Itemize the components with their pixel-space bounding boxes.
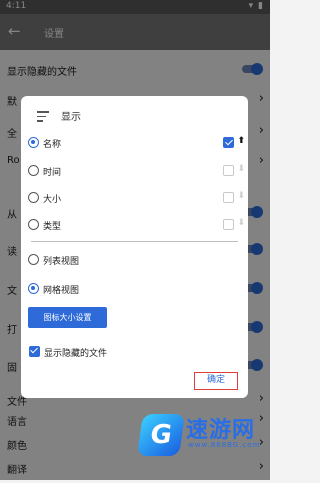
view-option-grid[interactable]: 网格视图: [21, 278, 248, 302]
view-option-label: 列表视图: [43, 257, 80, 267]
sort-option-name[interactable]: 名称 ⬆: [21, 132, 248, 156]
descending-checkbox[interactable]: [223, 219, 234, 230]
descending-checkbox[interactable]: [223, 137, 234, 148]
sort-option-time[interactable]: 时间 ⬇: [21, 160, 248, 184]
arrow-down-icon: ⬇: [237, 218, 245, 228]
dialog-title: 显示: [61, 112, 81, 123]
arrow-up-icon: ⬆: [237, 136, 245, 146]
sort-option-size[interactable]: 大小 ⬇: [21, 187, 248, 211]
watermark-name: 速游网: [186, 418, 256, 443]
arrow-down-icon: ⬇: [237, 164, 245, 174]
sort-option-label: 类型: [43, 222, 62, 232]
radio-unselected[interactable]: [28, 165, 39, 176]
radio-selected[interactable]: [28, 283, 39, 294]
radio-unselected[interactable]: [28, 254, 39, 265]
sort-option-label: 大小: [43, 195, 62, 205]
sort-option-type[interactable]: 类型 ⬇: [21, 214, 248, 238]
descending-checkbox[interactable]: [223, 165, 234, 176]
radio-unselected[interactable]: [28, 219, 39, 230]
descending-checkbox[interactable]: [223, 192, 234, 203]
view-option-list[interactable]: 列表视图: [21, 249, 248, 273]
arrow-down-icon: ⬇: [237, 191, 245, 201]
display-dialog: 显示 名称 ⬆ 时间 ⬇ 大小 ⬇ 类型 ⬇ 列表视图 网格视图 图标大小设置 …: [21, 96, 248, 398]
confirm-button[interactable]: 确定: [194, 372, 238, 390]
radio-selected[interactable]: [28, 137, 39, 148]
watermark-url: www.868BG.com: [188, 441, 261, 449]
watermark-logo: G 速游网 www.868BG.com: [137, 408, 268, 460]
sort-option-label: 名称: [43, 140, 62, 150]
show-hidden-label: 显示隐藏的文件: [44, 349, 108, 359]
sort-icon: [37, 111, 49, 125]
show-hidden-files-option[interactable]: 显示隐藏的文件: [21, 342, 248, 362]
brand-logo-icon: G: [137, 414, 185, 456]
show-hidden-checkbox[interactable]: [29, 346, 40, 357]
radio-unselected[interactable]: [28, 192, 39, 203]
sort-option-label: 时间: [43, 168, 62, 178]
icon-size-settings-button[interactable]: 图标大小设置: [28, 307, 107, 328]
view-option-label: 网格视图: [43, 286, 80, 296]
dialog-divider: [31, 241, 238, 242]
